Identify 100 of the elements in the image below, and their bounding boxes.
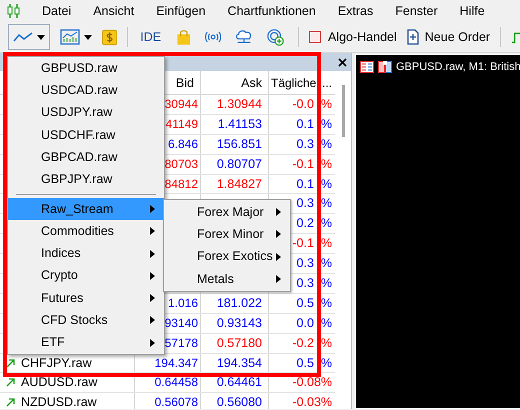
submenu-arrow-icon: [150, 250, 156, 258]
chart-title: GBPUSD.raw, M1: British: [396, 61, 520, 74]
menu-bar-item[interactable]: Fenster: [384, 2, 449, 20]
percent-sign: %: [320, 334, 332, 352]
line-chart-button[interactable]: [8, 24, 50, 50]
change-cell-text: -0.1: [292, 235, 314, 252]
menu-item[interactable]: Forex Minor: [164, 223, 290, 246]
change-cell-text: 0.3: [296, 275, 314, 292]
submenu-arrow-icon: [276, 208, 282, 216]
bid-cell-text: 1.016: [168, 294, 198, 312]
change-cell-text: 0.5: [296, 294, 314, 312]
menu-item[interactable]: ETF: [8, 332, 164, 354]
ide-button[interactable]: IDE: [138, 28, 164, 46]
change-cell-text: 0.3: [296, 195, 314, 212]
symbol-cell-text: NZDUSD.raw: [21, 394, 97, 409]
change-cell-text: 0.2: [296, 215, 314, 232]
submenu-arrow-icon: [276, 275, 282, 284]
ask-cell-text: 0.80707: [216, 156, 262, 173]
percent-sign: %: [320, 215, 332, 232]
menu-item[interactable]: Crypto: [8, 264, 164, 287]
symbol-cell-text: CHFJPY.raw: [21, 354, 92, 372]
menu-item[interactable]: USDCHF.raw: [8, 124, 164, 146]
ask-cell-text: 181.022: [216, 294, 262, 312]
checkbox[interactable]: [308, 31, 321, 43]
submenu-arrow-icon: [276, 252, 282, 261]
change-cell-text: 0.3: [296, 255, 314, 272]
change-cell-text: 0.0: [296, 314, 314, 332]
menu-item[interactable]: USDJPY.raw: [8, 102, 164, 124]
percent-sign: %: [320, 294, 332, 312]
percent-sign: %: [320, 354, 332, 372]
bid-cell-text: 194.347: [154, 354, 198, 372]
candlestick-icon: [7, 4, 21, 18]
ask-cell-text: 1.30944: [216, 96, 262, 113]
menu-item[interactable]: Commodities: [8, 220, 164, 242]
close-icon[interactable]: [338, 58, 347, 66]
column-header[interactable]: Tägliche ...: [269, 71, 336, 94]
menu-item[interactable]: Metals: [164, 268, 290, 290]
submenu-arrow-icon: [150, 227, 156, 236]
column-header[interactable]: Ask: [201, 71, 269, 94]
submenu-arrow-icon: [150, 316, 156, 324]
change-cell-text: -0.08%: [292, 374, 332, 392]
menu-bar-item[interactable]: Datei: [31, 2, 82, 20]
change-cell-text: -0.03%: [292, 394, 332, 409]
submenu-arrow-icon: [150, 272, 156, 280]
ellipsis-text: ...: [322, 74, 332, 92]
symbol-cell-text: AUDUSD.raw: [21, 374, 98, 392]
step-chart-icon[interactable]: [510, 30, 520, 44]
menu-item[interactable]: GBPJPY.raw: [8, 168, 164, 191]
cloud-icon[interactable]: [234, 28, 253, 46]
change-cell-text: 0.3: [296, 136, 314, 153]
submenu-arrow-icon: [276, 230, 282, 238]
ask-cell-text: 0.64461: [216, 374, 262, 392]
caret-icon[interactable]: [37, 34, 45, 40]
menu-bar-item[interactable]: Einfügen: [145, 2, 217, 20]
radar-plus-icon[interactable]: [266, 28, 284, 46]
line-chart-icon: [13, 31, 33, 43]
scrollbar-thumb[interactable]: [342, 85, 345, 137]
bid-cell-text: 41149: [166, 116, 198, 133]
change-cell-text: -0.1: [292, 156, 314, 173]
percent-sign: %: [320, 195, 332, 212]
menu-bar-item[interactable]: Ansicht: [82, 2, 146, 20]
change-cell-text: 0.5: [296, 354, 314, 372]
bid-cell-text: 93140: [164, 314, 198, 332]
ask-cell-text: 194.354: [216, 354, 262, 372]
shopping-bag-icon[interactable]: [177, 28, 191, 46]
bid-cell-text: 84812: [164, 176, 198, 193]
bid-cell-text: 57178: [164, 334, 198, 352]
bid-cell-text: 6.846: [168, 136, 198, 153]
algo-trading-button[interactable]: Algo-Handel: [308, 28, 397, 46]
save-icon: [378, 61, 392, 73]
menu-item[interactable]: Raw_Stream: [8, 198, 164, 220]
dollar-icon[interactable]: [102, 28, 118, 46]
menu-bar-item[interactable]: Chartfunktionen: [216, 2, 327, 20]
ask-cell-text: 0.56080: [216, 394, 262, 409]
percent-sign: %: [320, 275, 332, 292]
ask-cell-text: 0.93143: [216, 314, 262, 332]
bid-cell-text: 0.64458: [154, 374, 198, 392]
ask-cell-text: 156.851: [216, 136, 262, 153]
menu-bar-item[interactable]: Hilfe: [448, 2, 496, 20]
submenu-arrow-icon: [150, 294, 156, 302]
new-order-button[interactable]: Neue Order: [406, 28, 490, 46]
list-icon: [360, 61, 374, 73]
percent-sign: %: [320, 116, 332, 133]
submenu-arrow-icon: [150, 204, 156, 213]
percent-sign: %: [320, 176, 332, 193]
menu-item[interactable]: Forex Exotics: [164, 246, 290, 268]
menu-item[interactable]: Forex Major: [164, 201, 290, 224]
ask-cell-text: 1.41153: [218, 116, 262, 133]
menu-item[interactable]: GBPCAD.raw: [8, 146, 164, 168]
change-cell-text: -0.2: [292, 334, 314, 352]
menu-item[interactable]: CFD Stocks: [8, 309, 164, 332]
menu-item[interactable]: Indices: [8, 242, 164, 265]
menu-item[interactable]: Futures: [8, 286, 164, 310]
menu-bar-item[interactable]: Extras: [326, 2, 384, 20]
percent-sign: %: [320, 255, 332, 272]
change-cell-text: 0.1: [296, 116, 314, 133]
chart-icon[interactable]: [60, 29, 80, 45]
change-cell-text: -0.0: [292, 96, 314, 113]
signal-icon[interactable]: [204, 31, 221, 43]
caret-icon[interactable]: [84, 34, 92, 40]
